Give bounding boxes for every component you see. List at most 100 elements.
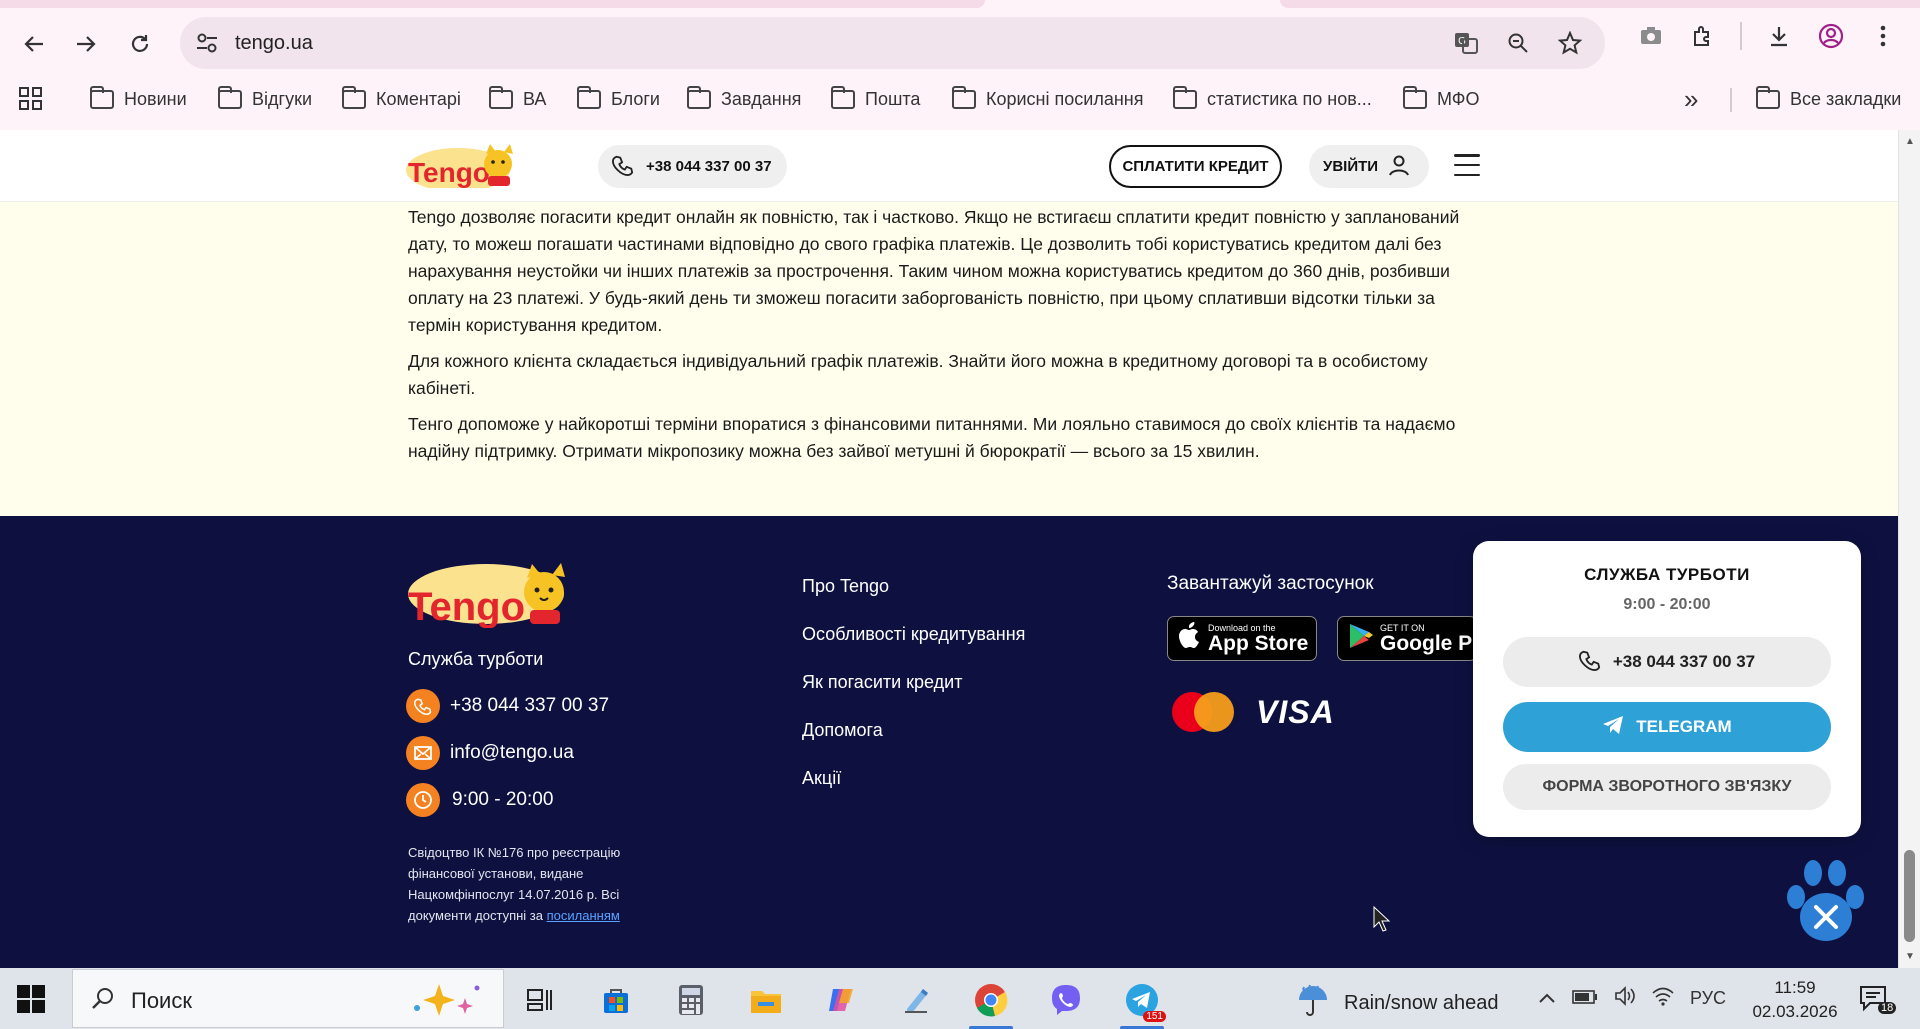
viber-icon[interactable] — [1038, 976, 1094, 1024]
scroll-up-icon[interactable]: ▲ — [1905, 136, 1915, 147]
extensions-icon[interactable] — [1688, 22, 1718, 50]
address-bar[interactable]: tengo.ua G — [180, 17, 1605, 69]
wifi-icon[interactable] — [1652, 986, 1674, 1011]
footer-link-about[interactable]: Про Tengo — [802, 576, 1025, 624]
footer-phone-link[interactable]: +38 044 337 00 37 — [406, 689, 609, 723]
popup-title: СЛУЖБА ТУРБОТИ — [1584, 565, 1750, 584]
telegram-app-icon[interactable]: 151 — [1114, 976, 1170, 1029]
windows-start-icon[interactable] — [17, 985, 45, 1013]
bookmark-star-icon[interactable] — [1555, 29, 1585, 57]
back-icon[interactable] — [14, 24, 54, 64]
footer-link-help[interactable]: Допомога — [802, 720, 1025, 768]
chat-widget-close-icon[interactable] — [1780, 857, 1870, 947]
visa-logo: VISA — [1256, 693, 1335, 730]
footer-link-promotions[interactable]: Акції — [802, 768, 1025, 816]
site-info-icon[interactable] — [194, 30, 220, 56]
mouse-cursor-icon — [1373, 905, 1391, 932]
footer-link-credit-features[interactable]: Особливості кредитування — [802, 624, 1025, 672]
reload-icon[interactable] — [120, 24, 160, 64]
system-tray: РУС — [1538, 986, 1726, 1011]
clock-icon — [406, 783, 440, 817]
bookmark-folder[interactable]: МФО — [1403, 85, 1479, 112]
input-language[interactable]: РУС — [1690, 988, 1726, 1009]
profile-icon[interactable] — [1816, 22, 1846, 50]
folder-icon — [687, 85, 711, 109]
weather-widget[interactable]: Rain/snow ahead — [1296, 983, 1499, 1023]
article-paragraph: Тенго допоможе у найкоротші терміни впор… — [408, 414, 1456, 461]
file-explorer-icon[interactable] — [738, 976, 794, 1024]
google-play-badge[interactable]: GET IT ON Google Play — [1337, 616, 1477, 661]
bookmark-folder[interactable]: Пошта — [831, 85, 920, 112]
page-scrollbar[interactable]: ▲ ▼ — [1898, 130, 1920, 968]
user-icon — [1388, 154, 1410, 180]
microsoft-store-icon[interactable] — [588, 976, 644, 1024]
tray-overflow-chevron-icon[interactable] — [1538, 988, 1556, 1009]
footer-email-link[interactable]: info@tengo.ua — [406, 736, 574, 770]
header-phone-button[interactable]: +38 044 337 00 37 — [598, 145, 787, 188]
footer-tengo-logo[interactable]: Tengo — [406, 560, 571, 629]
phone-icon — [1578, 649, 1601, 676]
apple-icon — [1178, 622, 1202, 655]
screenshot-icon[interactable] — [1636, 22, 1666, 50]
volume-icon[interactable] — [1614, 986, 1636, 1011]
bookmark-folder[interactable]: Корисні посилання — [952, 85, 1143, 112]
battery-icon[interactable] — [1572, 988, 1598, 1009]
calculator-icon[interactable] — [663, 976, 719, 1024]
footer-legal-text: Свідоцтво ІК №176 про реєстрацію фінансо… — [408, 845, 621, 923]
mail-icon — [406, 736, 440, 770]
popup-hours: 9:00 - 20:00 — [1623, 596, 1711, 613]
bookmark-folder[interactable]: ВА — [489, 85, 546, 112]
telegram-unread-badge: 151 — [1143, 1011, 1166, 1022]
google-play-icon — [1348, 622, 1374, 655]
page-viewport: Tengo +38 044 337 00 37 СПЛАТИТИ КРЕДИТ … — [0, 130, 1898, 968]
footer-link-repay[interactable]: Як погасити кредит — [802, 672, 1025, 720]
popup-telegram-button[interactable]: TELEGRAM — [1503, 702, 1831, 752]
copilot-sparkle-icon — [405, 980, 485, 1020]
bookmark-folder[interactable]: Блоги — [577, 85, 660, 112]
mastercard-logo — [1172, 692, 1234, 732]
menu-kebab-icon[interactable] — [1868, 22, 1898, 50]
all-bookmarks[interactable]: Все закладки — [1756, 85, 1901, 112]
bookmark-folder[interactable]: Відгуки — [218, 85, 312, 112]
notification-count-badge: 18 — [1878, 1002, 1897, 1014]
bookmark-folder[interactable]: Завдання — [687, 85, 801, 112]
apps-grid-icon[interactable] — [18, 86, 44, 112]
documents-link[interactable]: посиланням — [547, 908, 620, 923]
payment-methods: VISA — [1172, 692, 1335, 732]
taskbar-clock[interactable]: 11:59 02.03.2026 — [1740, 976, 1850, 1024]
taskbar-search[interactable]: Поиск — [72, 969, 504, 1028]
footer-hours: 9:00 - 20:00 — [406, 783, 553, 817]
forward-icon[interactable] — [66, 24, 106, 64]
copilot-icon[interactable] — [813, 976, 869, 1024]
tengo-logo[interactable]: Tengo — [406, 142, 516, 192]
translate-icon[interactable]: G — [1451, 29, 1481, 57]
bookmark-folder[interactable]: статистика по нов... — [1173, 85, 1372, 112]
scroll-down-icon[interactable]: ▼ — [1905, 951, 1915, 962]
scrollbar-thumb[interactable] — [1904, 850, 1915, 942]
bookmark-folder[interactable]: Коментарі — [342, 85, 461, 112]
notes-app-icon[interactable] — [888, 976, 944, 1024]
app-store-badge[interactable]: Download on the App Store — [1167, 616, 1317, 661]
url-text[interactable]: tengo.ua — [235, 32, 313, 55]
folder-icon — [952, 85, 976, 109]
hamburger-menu-icon[interactable] — [1454, 154, 1480, 176]
download-icon[interactable] — [1764, 22, 1794, 50]
telegram-icon — [1602, 715, 1624, 740]
folder-icon — [342, 85, 366, 109]
phone-icon — [406, 689, 440, 723]
footer-care-title: Служба турботи — [408, 649, 544, 669]
zoom-icon[interactable] — [1503, 29, 1533, 57]
bookmark-folder[interactable]: Новини — [90, 85, 187, 112]
pay-credit-button[interactable]: СПЛАТИТИ КРЕДИТ — [1109, 145, 1282, 188]
chrome-icon[interactable] — [963, 976, 1019, 1029]
svg-text:Tengo: Tengo — [408, 157, 490, 188]
tab-strip — [0, 0, 1920, 8]
login-button[interactable]: УВІЙТИ — [1309, 145, 1429, 188]
search-icon — [91, 986, 115, 1016]
article-text: Tengo дозволяє погасити кредит онлайн як… — [408, 204, 1488, 474]
popup-feedback-form-button[interactable]: ФОРМА ЗВОРОТНОГО ЗВ'ЯЗКУ — [1503, 764, 1831, 810]
article-paragraph: Tengo дозволяє погасити кредит онлайн як… — [408, 207, 1460, 335]
popup-phone-button[interactable]: +38 044 337 00 37 — [1503, 637, 1831, 687]
task-view-icon[interactable] — [512, 976, 568, 1024]
bookmarks-overflow-icon[interactable]: » — [1684, 84, 1698, 115]
